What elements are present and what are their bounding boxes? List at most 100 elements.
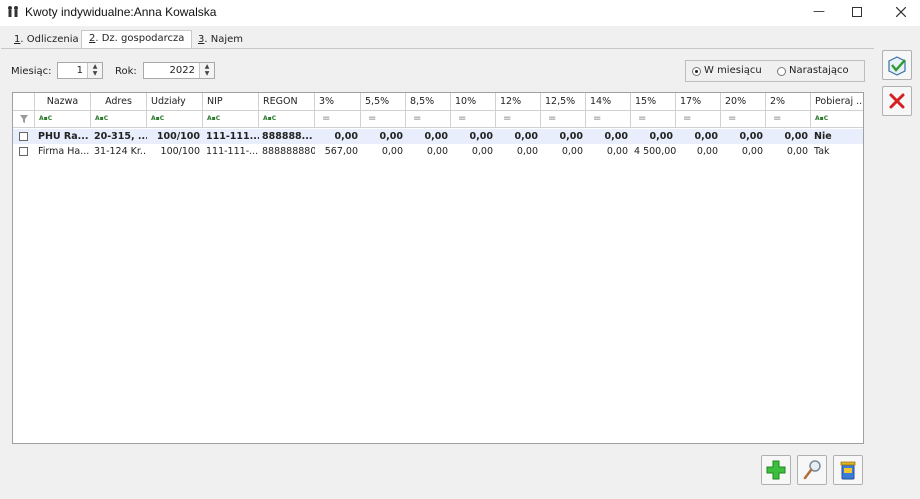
table-cell: 0,00 — [649, 131, 673, 142]
col-header[interactable]: 12,5% — [541, 93, 586, 111]
table-cell: 0,00 — [739, 131, 763, 142]
table-cell: 0,00 — [784, 131, 808, 142]
col-header[interactable]: 14% — [586, 93, 631, 111]
year-label: Rok: — [115, 66, 137, 77]
table-cell: 0,00 — [604, 131, 628, 142]
col-header[interactable]: 17% — [676, 93, 721, 111]
filter-cell[interactable] — [13, 111, 35, 128]
add-plus-icon — [766, 460, 786, 480]
table-cell: 100/100 — [160, 146, 200, 157]
equals-filter-icon: = — [322, 113, 331, 124]
filter-cell[interactable]: = — [451, 111, 496, 128]
col-header[interactable]: 5,5% — [361, 93, 406, 111]
chevron-up-icon[interactable]: ▲ — [200, 63, 214, 70]
year-stepper[interactable]: 2022 ▲ ▼ — [143, 62, 215, 79]
table-cell: 0,00 — [606, 146, 628, 157]
filter-cell[interactable]: = — [766, 111, 811, 128]
table-cell: 111-111-... — [206, 146, 259, 157]
filter-cell[interactable]: = — [496, 111, 541, 128]
cancel-x-icon — [889, 93, 905, 109]
equals-filter-icon: = — [458, 113, 467, 124]
radio-monthly-label[interactable]: W miesiącu — [704, 65, 762, 76]
row-checkbox[interactable] — [19, 132, 28, 141]
radio-cumulative-label[interactable]: Narastająco — [789, 65, 849, 76]
filter-cell[interactable]: = — [361, 111, 406, 128]
col-header[interactable]: Udziały — [147, 93, 203, 111]
radio-cumulative[interactable] — [777, 67, 786, 76]
filter-cell[interactable]: = — [721, 111, 766, 128]
table-cell: 0,00 — [516, 146, 538, 157]
table-cell: 0,00 — [696, 146, 718, 157]
month-label: Miesiąc: — [11, 66, 52, 77]
save-checkmark-icon — [888, 56, 906, 76]
filter-cell[interactable]: A▪C — [811, 111, 863, 128]
table-cell: 100/100 — [156, 131, 200, 142]
table-cell: 888888880 — [262, 146, 315, 157]
table-cell: 0,00 — [426, 146, 448, 157]
col-header[interactable]: 2% — [766, 93, 811, 111]
col-header[interactable]: NIP — [203, 93, 259, 111]
minimize-icon[interactable]: — — [802, 0, 836, 24]
add-button[interactable] — [761, 455, 791, 485]
window-title: Kwoty indywidualne:Anna Kowalska — [25, 5, 217, 19]
year-spin-buttons[interactable]: ▲ ▼ — [199, 63, 214, 78]
filter-cell[interactable]: = — [676, 111, 721, 128]
col-header[interactable]: 20% — [721, 93, 766, 111]
filter-cell[interactable]: A▪C — [147, 111, 203, 128]
cancel-button[interactable] — [882, 86, 912, 116]
col-header[interactable]: 12% — [496, 93, 541, 111]
table-cell: 20-315, ... — [94, 131, 147, 142]
filter-cell[interactable]: = — [406, 111, 451, 128]
col-header[interactable]: 3% — [315, 93, 361, 111]
table-cell: 4 500,00 — [634, 146, 676, 157]
table-cell: Firma Ha... — [38, 146, 90, 157]
filter-funnel-icon — [20, 115, 28, 123]
month-spin-buttons[interactable]: ▲ ▼ — [87, 63, 102, 78]
filter-cell[interactable]: = — [541, 111, 586, 128]
col-header[interactable]: Pobieraj ... — [811, 93, 863, 111]
chevron-up-icon[interactable]: ▲ — [88, 63, 102, 70]
col-header[interactable]: Nazwa — [35, 93, 91, 111]
table-cell: 0,00 — [741, 146, 763, 157]
save-button[interactable] — [882, 50, 912, 80]
edit-button[interactable] — [797, 455, 827, 485]
row-checkbox[interactable] — [19, 147, 28, 156]
filter-cell[interactable]: A▪C — [91, 111, 147, 128]
equals-filter-icon: = — [728, 113, 737, 124]
filter-cell[interactable]: A▪C — [35, 111, 91, 128]
delete-button[interactable] — [833, 455, 863, 485]
col-header[interactable]: Adres — [91, 93, 147, 111]
equals-filter-icon: = — [368, 113, 377, 124]
filter-cell[interactable]: = — [315, 111, 361, 128]
equals-filter-icon: = — [548, 113, 557, 124]
col-header[interactable]: 8,5% — [406, 93, 451, 111]
data-grid: Nazwa Adres Udziały NIP REGON 3% 5,5% 8,… — [12, 92, 864, 444]
tab-label: . Dz. gospodarcza — [95, 33, 185, 44]
text-filter-icon: A▪C — [39, 115, 53, 122]
table-cell: 31-124 Kr... — [94, 146, 147, 157]
table-cell: 0,00 — [471, 146, 493, 157]
table-cell: 567,00 — [324, 146, 358, 157]
month-stepper[interactable]: 1 ▲ ▼ — [57, 62, 103, 79]
col-header[interactable]: REGON — [259, 93, 315, 111]
year-value: 2022 — [169, 65, 195, 76]
col-header[interactable]: 10% — [451, 93, 496, 111]
filter-cell[interactable]: A▪C — [203, 111, 259, 128]
table-cell: PHU Ra... — [38, 131, 89, 142]
chevron-down-icon[interactable]: ▼ — [200, 70, 214, 77]
equals-filter-icon: = — [638, 113, 647, 124]
equals-filter-icon: = — [593, 113, 602, 124]
filter-cell[interactable]: = — [586, 111, 631, 128]
filter-cell[interactable]: A▪C — [259, 111, 315, 128]
filter-cell[interactable]: = — [631, 111, 676, 128]
tab-dz-gospodarcza[interactable]: 2. Dz. gospodarcza — [81, 30, 193, 49]
col-header[interactable]: 15% — [631, 93, 676, 111]
close-icon[interactable] — [884, 0, 918, 24]
maximize-icon[interactable] — [840, 0, 874, 24]
header-corner — [13, 93, 35, 111]
table-cell: 0,00 — [379, 131, 403, 142]
radio-monthly[interactable] — [692, 67, 701, 76]
table-cell: 111-111... — [206, 131, 259, 142]
table-cell: 0,00 — [334, 131, 358, 142]
chevron-down-icon[interactable]: ▼ — [88, 70, 102, 77]
